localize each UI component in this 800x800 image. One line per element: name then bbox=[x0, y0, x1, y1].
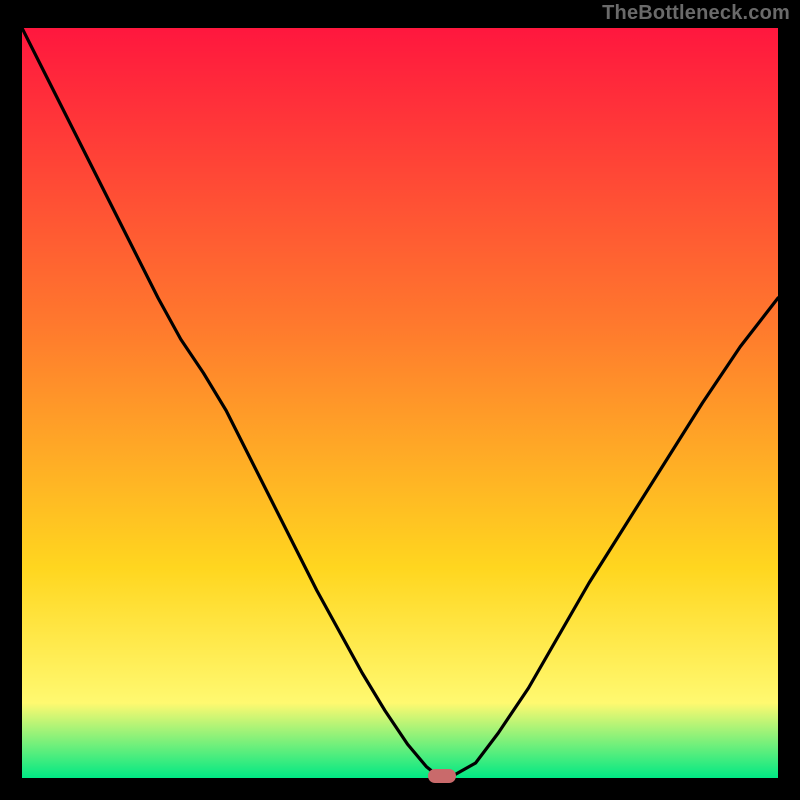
gradient-background bbox=[22, 28, 778, 778]
optimum-marker bbox=[428, 769, 456, 783]
chart-svg bbox=[22, 28, 778, 778]
chart-frame: TheBottleneck.com bbox=[0, 0, 800, 800]
watermark-text: TheBottleneck.com bbox=[602, 2, 790, 25]
chart-plot-area bbox=[22, 28, 778, 778]
